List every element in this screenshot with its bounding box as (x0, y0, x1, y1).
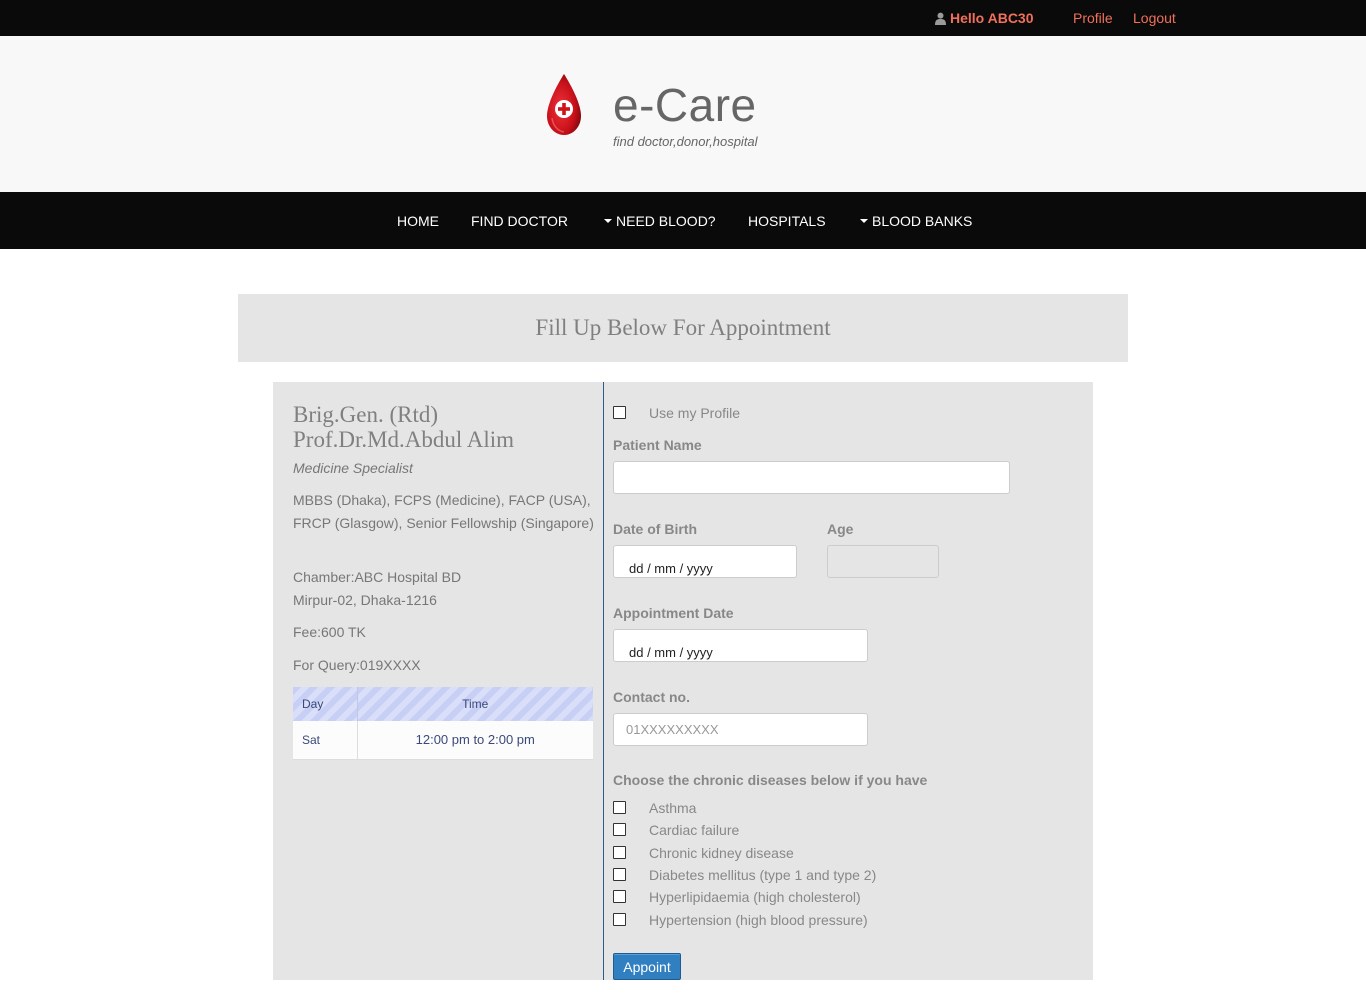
disease-label: Diabetes mellitus (type 1 and type 2) (649, 867, 877, 883)
doctor-name: Brig.Gen. (Rtd) Prof.Dr.Md.Abdul Alim (293, 402, 593, 452)
page-title: Fill Up Below For Appointment (535, 315, 831, 340)
schedule-header-time: Time (356, 687, 593, 721)
age-input (827, 545, 939, 578)
doctor-chamber: Chamber:ABC Hospital BD (293, 569, 462, 585)
blood-drop-logo-icon[interactable] (545, 74, 583, 136)
appointment-date-input[interactable]: dd / mm / yyyy (613, 629, 868, 662)
nav-label: HOME (397, 213, 439, 229)
disease-label: Cardiac failure (649, 822, 740, 838)
age-label: Age (827, 521, 854, 537)
patient-name-label: Patient Name (613, 437, 702, 453)
main-nav: HOME FIND DOCTOR NEED BLOOD? HOSPITALS B… (0, 192, 1366, 249)
disease-checkbox-cardiac-failure[interactable] (613, 823, 626, 836)
caret-down-icon (860, 219, 868, 224)
nav-label: HOSPITALS (748, 213, 826, 229)
title-band: Fill Up Below For Appointment (238, 294, 1128, 362)
disease-checkbox-hyperlipidaemia[interactable] (613, 890, 626, 903)
doctor-name-line1: Brig.Gen. (Rtd) (293, 402, 439, 427)
use-profile-checkbox[interactable] (613, 406, 626, 419)
dob-label: Date of Birth (613, 521, 697, 537)
doctor-address: Mirpur-02, Dhaka-1216 (293, 592, 437, 608)
diseases-label: Choose the chronic diseases below if you… (613, 772, 928, 788)
patient-name-input[interactable] (613, 461, 1010, 494)
schedule-time: 12:00 pm to 2:00 pm (356, 721, 593, 760)
nav-item-find-doctor[interactable]: FIND DOCTOR (471, 213, 568, 229)
disease-label: Chronic kidney disease (649, 845, 794, 861)
caret-down-icon (604, 219, 612, 224)
disease-label: Asthma (649, 800, 697, 816)
disease-checkbox-asthma[interactable] (613, 801, 626, 814)
disease-label: Hypertension (high blood pressure) (649, 912, 868, 928)
disease-checkbox-hypertension[interactable] (613, 913, 626, 926)
nav-label: BLOOD BANKS (872, 213, 973, 229)
appoint-button[interactable]: Appoint (613, 953, 681, 980)
greeting-text: Hello ABC30 (950, 10, 1034, 26)
schedule-table: Day Time Sat 12:00 pm to 2:00 pm (293, 687, 593, 760)
schedule-header-row: Day Time (293, 687, 593, 721)
disease-checkbox-chronic-kidney[interactable] (613, 846, 626, 859)
logout-link[interactable]: Logout (1133, 10, 1176, 26)
contact-label: Contact no. (613, 689, 690, 705)
contact-input[interactable] (613, 713, 868, 746)
brand-name[interactable]: e-Care (613, 78, 757, 132)
nav-item-hospitals[interactable]: HOSPITALS (748, 213, 826, 229)
brand-tagline: find doctor,donor,hospital (613, 134, 758, 149)
doctor-qualifications: MBBS (Dhaka), FCPS (Medicine), FACP (USA… (293, 492, 594, 531)
user-greeting: Hello ABC30 (934, 10, 1034, 26)
nav-item-home[interactable]: HOME (397, 213, 439, 229)
dob-input[interactable]: dd / mm / yyyy (613, 545, 797, 578)
table-row: Sat 12:00 pm to 2:00 pm (293, 721, 593, 760)
doctor-query: For Query:019XXXX (293, 657, 421, 673)
appointment-date-placeholder: dd / mm / yyyy (629, 645, 713, 660)
profile-link[interactable]: Profile (1073, 10, 1113, 26)
doctor-specialty: Medicine Specialist (293, 460, 413, 476)
disease-label: Hyperlipidaemia (high cholesterol) (649, 889, 861, 905)
nav-item-need-blood[interactable]: NEED BLOOD? (604, 213, 716, 229)
use-profile-label: Use my Profile (649, 405, 741, 421)
disease-checkbox-diabetes[interactable] (613, 868, 626, 881)
dob-placeholder: dd / mm / yyyy (629, 561, 713, 576)
doctor-name-line2: Prof.Dr.Md.Abdul Alim (293, 427, 515, 452)
top-bar: Hello ABC30 Profile Logout (0, 0, 1366, 36)
nav-item-blood-banks[interactable]: BLOOD BANKS (860, 213, 972, 229)
schedule-header-day: Day (293, 687, 357, 721)
nav-label: NEED BLOOD? (616, 213, 716, 229)
doctor-fee: Fee:600 TK (293, 624, 366, 640)
appointment-date-label: Appointment Date (613, 605, 734, 621)
nav-label: FIND DOCTOR (471, 213, 568, 229)
user-icon (935, 12, 946, 25)
schedule-day: Sat (293, 721, 357, 760)
panel-divider (603, 382, 604, 980)
site-header: e-Care find doctor,donor,hospital (0, 36, 1366, 192)
